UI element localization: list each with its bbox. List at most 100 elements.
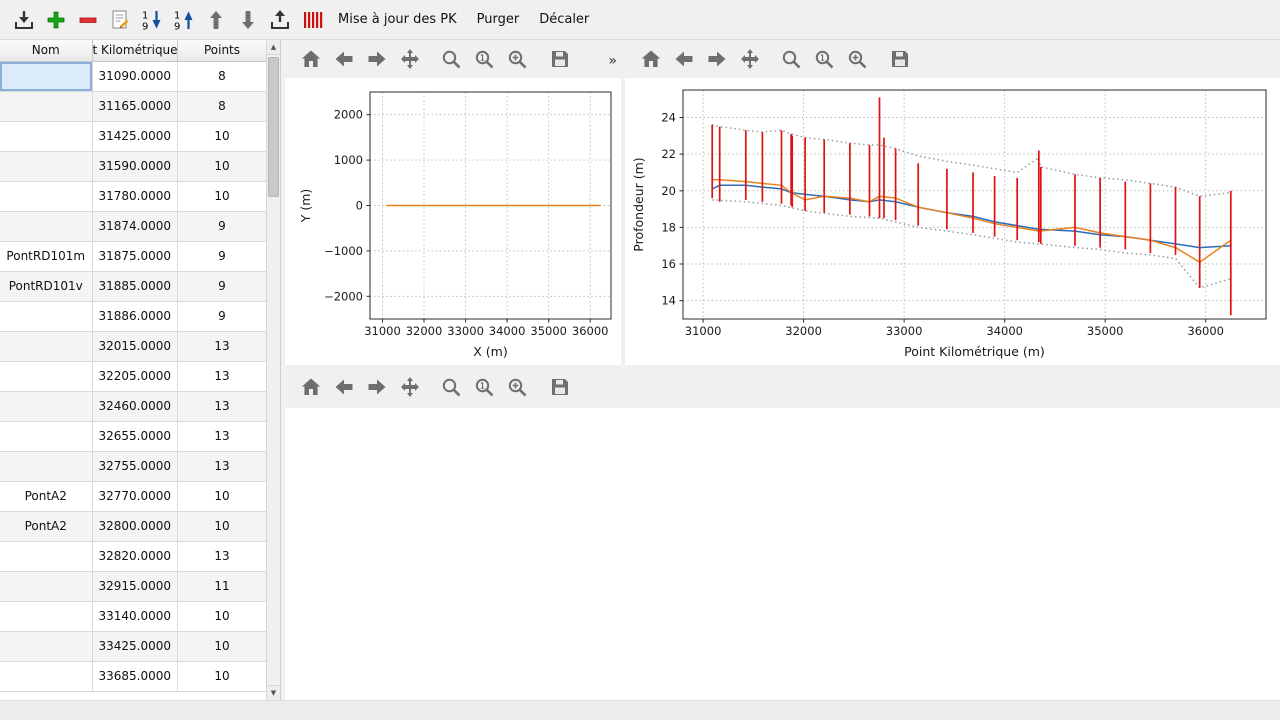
cell-points[interactable]: 13 xyxy=(177,451,267,481)
cell-nom[interactable] xyxy=(0,61,92,91)
table-row[interactable]: 32820.000013 xyxy=(0,541,267,571)
cell-points[interactable]: 10 xyxy=(177,481,267,511)
cell-points[interactable]: 9 xyxy=(177,301,267,331)
cell-pk[interactable]: 31425.0000 xyxy=(92,121,177,151)
table-row[interactable]: 32755.000013 xyxy=(0,451,267,481)
cell-points[interactable]: 10 xyxy=(177,631,267,661)
add-row-button[interactable] xyxy=(40,4,72,36)
cell-points[interactable]: 10 xyxy=(177,121,267,151)
cell-pk[interactable]: 33425.0000 xyxy=(92,631,177,661)
cell-points[interactable]: 8 xyxy=(177,61,267,91)
cell-nom[interactable] xyxy=(0,211,92,241)
cell-points[interactable]: 9 xyxy=(177,211,267,241)
cell-pk[interactable]: 32770.0000 xyxy=(92,481,177,511)
cell-pk[interactable]: 31875.0000 xyxy=(92,241,177,271)
cell-points[interactable]: 11 xyxy=(177,571,267,601)
sort-ascending-button[interactable] xyxy=(168,4,200,36)
sort-descending-button[interactable] xyxy=(136,4,168,36)
cell-pk[interactable]: 32820.0000 xyxy=(92,541,177,571)
cell-nom[interactable] xyxy=(0,181,92,211)
cell-points[interactable]: 13 xyxy=(177,541,267,571)
zoom-one-button[interactable] xyxy=(470,45,498,73)
table-scrollbar[interactable]: ▲ ▼ xyxy=(266,40,280,700)
table-row[interactable]: 31090.00008 xyxy=(0,61,267,91)
cell-points[interactable]: 9 xyxy=(177,271,267,301)
pan-button[interactable] xyxy=(396,373,424,401)
table-row[interactable]: 33685.000010 xyxy=(0,661,267,691)
cell-points[interactable]: 9 xyxy=(177,241,267,271)
cell-nom[interactable] xyxy=(0,301,92,331)
cell-pk[interactable]: 31165.0000 xyxy=(92,91,177,121)
cell-pk[interactable]: 32800.0000 xyxy=(92,511,177,541)
scroll-down-button[interactable]: ▼ xyxy=(267,685,280,700)
import-button[interactable] xyxy=(8,4,40,36)
zoom-area-button[interactable] xyxy=(503,45,531,73)
table-row[interactable]: 32205.000013 xyxy=(0,361,267,391)
toolbar-overflow-icon[interactable]: » xyxy=(608,53,617,69)
cell-pk[interactable]: 31886.0000 xyxy=(92,301,177,331)
table-row[interactable]: 33140.000010 xyxy=(0,601,267,631)
cell-points[interactable]: 10 xyxy=(177,181,267,211)
export-button[interactable] xyxy=(264,4,296,36)
home-button[interactable] xyxy=(637,45,665,73)
cell-nom[interactable] xyxy=(0,541,92,571)
forward-button[interactable] xyxy=(703,45,731,73)
table-row[interactable]: PontA232800.000010 xyxy=(0,511,267,541)
cell-pk[interactable]: 33685.0000 xyxy=(92,661,177,691)
cell-nom[interactable] xyxy=(0,451,92,481)
cell-nom[interactable] xyxy=(0,91,92,121)
shift-button[interactable]: Décaler xyxy=(529,4,599,36)
save-button[interactable] xyxy=(546,45,574,73)
cell-pk[interactable]: 31780.0000 xyxy=(92,181,177,211)
cell-pk[interactable]: 31874.0000 xyxy=(92,211,177,241)
column-header-nom[interactable]: Nom xyxy=(0,40,92,61)
cell-nom[interactable] xyxy=(0,421,92,451)
cell-points[interactable]: 13 xyxy=(177,361,267,391)
cell-pk[interactable]: 31885.0000 xyxy=(92,271,177,301)
cell-points[interactable]: 10 xyxy=(177,601,267,631)
cell-pk[interactable]: 32460.0000 xyxy=(92,391,177,421)
forward-button[interactable] xyxy=(363,373,391,401)
pan-button[interactable] xyxy=(736,45,764,73)
zoom-one-button[interactable] xyxy=(470,373,498,401)
pan-button[interactable] xyxy=(396,45,424,73)
scrollbar-thumb[interactable] xyxy=(268,57,279,197)
table-row[interactable]: 32915.000011 xyxy=(0,571,267,601)
cell-pk[interactable]: 32915.0000 xyxy=(92,571,177,601)
table-row[interactable]: 31165.00008 xyxy=(0,91,267,121)
table-row[interactable]: PontRD101v31885.00009 xyxy=(0,271,267,301)
zoom-button[interactable] xyxy=(437,373,465,401)
cell-points[interactable]: 8 xyxy=(177,91,267,121)
cell-nom[interactable] xyxy=(0,571,92,601)
forward-button[interactable] xyxy=(363,45,391,73)
sections-button[interactable] xyxy=(296,4,328,36)
cell-points[interactable]: 13 xyxy=(177,421,267,451)
cell-nom[interactable] xyxy=(0,151,92,181)
cell-nom[interactable]: PontRD101m xyxy=(0,241,92,271)
zoom-area-button[interactable] xyxy=(843,45,871,73)
update-pk-button[interactable]: Mise à jour des PK xyxy=(328,4,467,36)
scroll-up-button[interactable]: ▲ xyxy=(267,40,280,55)
cell-pk[interactable]: 32755.0000 xyxy=(92,451,177,481)
save-button[interactable] xyxy=(546,373,574,401)
table-row[interactable]: 31425.000010 xyxy=(0,121,267,151)
cell-nom[interactable]: PontA2 xyxy=(0,511,92,541)
cell-pk[interactable]: 31590.0000 xyxy=(92,151,177,181)
cell-points[interactable]: 10 xyxy=(177,511,267,541)
cell-pk[interactable]: 33140.0000 xyxy=(92,601,177,631)
table-row[interactable]: 31780.000010 xyxy=(0,181,267,211)
zoom-button[interactable] xyxy=(777,45,805,73)
cell-nom[interactable] xyxy=(0,631,92,661)
cell-nom[interactable] xyxy=(0,331,92,361)
table-row[interactable]: 32015.000013 xyxy=(0,331,267,361)
table-row[interactable]: 33425.000010 xyxy=(0,631,267,661)
cell-pk[interactable]: 32205.0000 xyxy=(92,361,177,391)
remove-row-button[interactable] xyxy=(72,4,104,36)
column-header-points[interactable]: Points xyxy=(177,40,267,61)
table-row[interactable]: 31886.00009 xyxy=(0,301,267,331)
edit-button[interactable] xyxy=(104,4,136,36)
cell-points[interactable]: 10 xyxy=(177,661,267,691)
cell-nom[interactable]: PontRD101v xyxy=(0,271,92,301)
cell-nom[interactable] xyxy=(0,361,92,391)
move-up-button[interactable] xyxy=(200,4,232,36)
